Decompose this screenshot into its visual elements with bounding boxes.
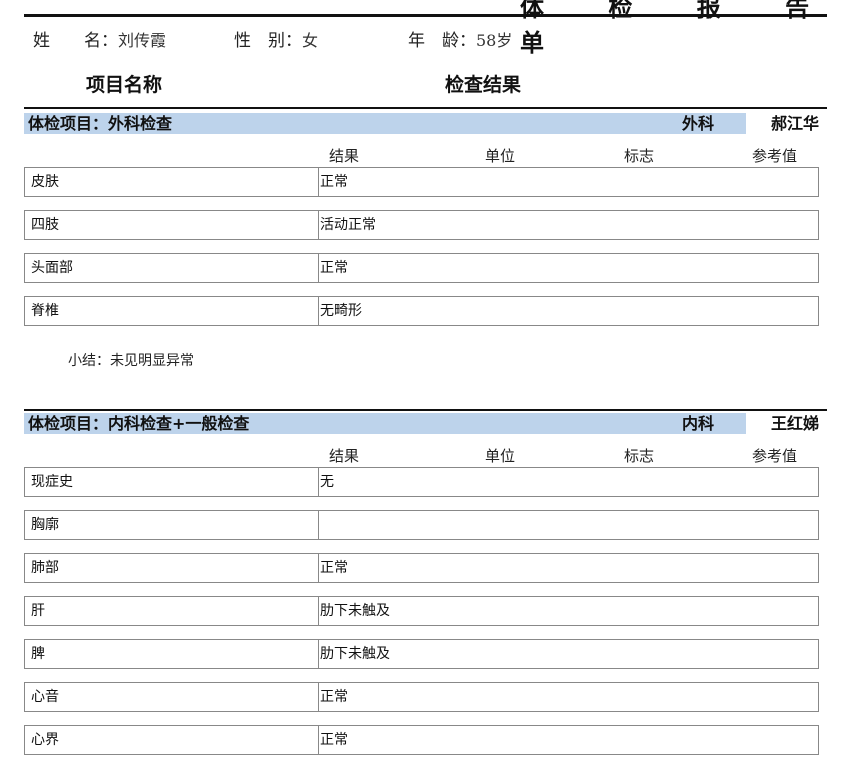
- section-rule: [24, 409, 827, 411]
- age-label: 年 龄：: [408, 31, 476, 51]
- table-row: 皮肤 正常: [24, 167, 819, 197]
- row-result: 无: [320, 474, 334, 490]
- section-header-internal: 体检项目：内科检查+一般检查 内科 王红娣: [24, 413, 819, 434]
- header-reference: 参考值: [752, 147, 798, 165]
- section-doctor: 王红娣: [746, 413, 819, 434]
- row-item-name: 头面部: [31, 260, 73, 276]
- row-divider: [318, 168, 319, 196]
- name-label: 姓 名：: [33, 31, 118, 51]
- top-rule: [24, 14, 827, 17]
- table-row: 心界 正常: [24, 725, 819, 755]
- row-result: 无畸形: [320, 303, 362, 319]
- row-result: 正常: [320, 560, 348, 576]
- row-item-name: 胸廓: [31, 517, 59, 533]
- patient-sex-field: 性 别：女: [234, 26, 318, 51]
- row-divider: [318, 597, 319, 625]
- name-value: 刘传霞: [118, 31, 167, 50]
- row-result: 肋下未触及: [320, 646, 390, 662]
- section-label: 体检项目：外科检查: [28, 114, 173, 133]
- report-title: 体 检 报 告 单: [520, 0, 838, 57]
- sex-value: 女: [302, 31, 319, 50]
- row-divider: [318, 297, 319, 325]
- row-result: 正常: [320, 689, 348, 705]
- row-item-name: 皮肤: [31, 174, 59, 190]
- table-row: 肺部 正常: [24, 553, 819, 583]
- table-row: 肝 肋下未触及: [24, 596, 819, 626]
- table-row: 四肢 活动正常: [24, 210, 819, 240]
- row-divider: [318, 554, 319, 582]
- table-row: 心音 正常: [24, 682, 819, 712]
- row-item-name: 心音: [31, 689, 59, 705]
- row-item-name: 心界: [31, 732, 59, 748]
- section-doctor: 郝江华: [746, 113, 819, 134]
- row-result: 活动正常: [320, 217, 376, 233]
- section-label: 体检项目：内科检查+一般检查: [28, 414, 250, 433]
- header-flag: 标志: [624, 447, 655, 465]
- section-rule: [24, 107, 827, 109]
- row-result: 肋下未触及: [320, 603, 390, 619]
- header-unit: 单位: [485, 447, 516, 465]
- table-row: 脾 肋下未触及: [24, 639, 819, 669]
- section-department: 内科: [682, 414, 715, 433]
- age-value: 58岁: [476, 31, 513, 50]
- header-unit: 单位: [485, 147, 516, 165]
- column-result: 检查结果: [445, 74, 522, 96]
- row-divider: [318, 683, 319, 711]
- row-divider: [318, 640, 319, 668]
- patient-age-field: 年 龄：58岁: [408, 26, 512, 51]
- row-divider: [318, 511, 319, 539]
- table-row: 现症史 无: [24, 467, 819, 497]
- header-result: 结果: [329, 447, 360, 465]
- row-divider: [318, 211, 319, 239]
- column-item-name: 项目名称: [86, 74, 163, 96]
- row-item-name: 脾: [31, 646, 45, 662]
- table-row: 脊椎 无畸形: [24, 296, 819, 326]
- row-item-name: 四肢: [31, 217, 59, 233]
- row-divider: [318, 726, 319, 754]
- row-result: 正常: [320, 260, 348, 276]
- header-flag: 标志: [624, 147, 655, 165]
- row-result: 正常: [320, 174, 348, 190]
- row-item-name: 现症史: [31, 474, 73, 490]
- row-item-name: 脊椎: [31, 303, 59, 319]
- table-row: 头面部 正常: [24, 253, 819, 283]
- row-divider: [318, 468, 319, 496]
- row-item-name: 肝: [31, 603, 45, 619]
- row-result: 正常: [320, 732, 348, 748]
- table-row: 胸廓: [24, 510, 819, 540]
- header-result: 结果: [329, 147, 360, 165]
- section-department: 外科: [682, 114, 715, 133]
- header-reference: 参考值: [752, 447, 798, 465]
- sex-label: 性 别：: [234, 31, 302, 51]
- patient-name-field: 姓 名：刘传霞: [33, 26, 166, 51]
- section-header-surgery: 体检项目：外科检查 外科 郝江华: [24, 113, 819, 134]
- row-item-name: 肺部: [31, 560, 59, 576]
- row-divider: [318, 254, 319, 282]
- section-summary: 小结：未见明显异常: [68, 353, 194, 369]
